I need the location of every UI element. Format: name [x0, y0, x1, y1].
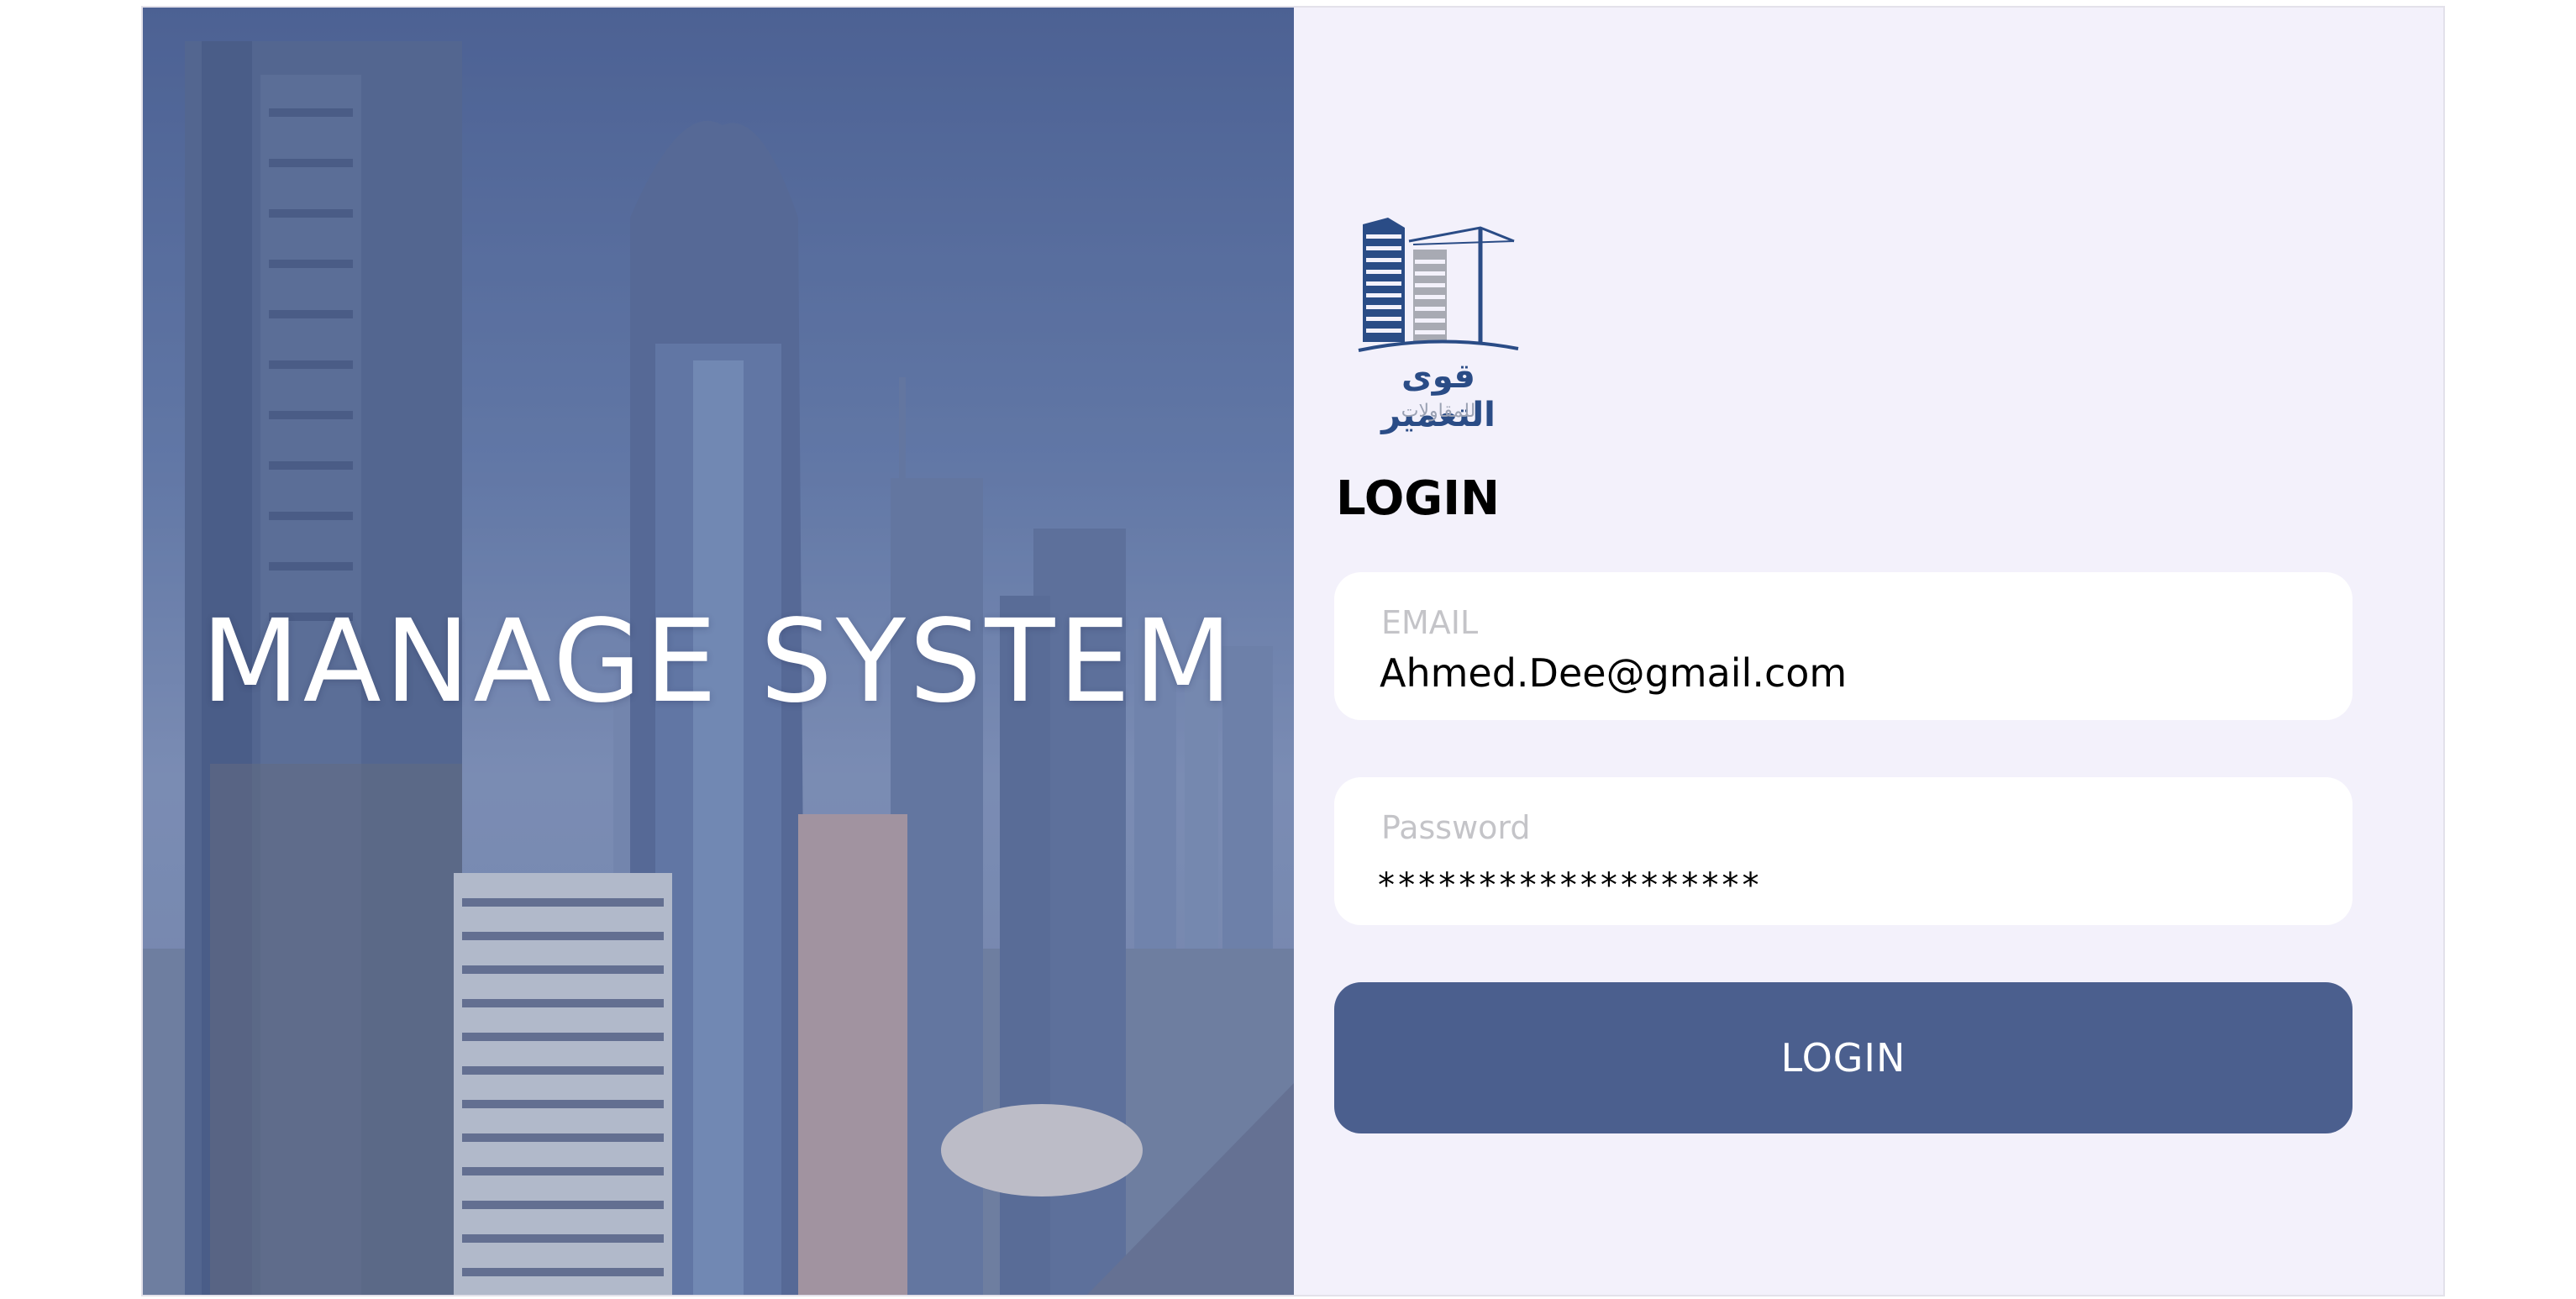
building-crane-icon: [1358, 218, 1519, 352]
login-page: MANAGE SYSTEM قوى التعمير للمقاولات LOGI…: [141, 6, 2445, 1296]
login-button[interactable]: LOGIN: [1334, 982, 2353, 1133]
login-heading: LOGIN: [1336, 471, 1500, 526]
logo-name: قوى التعمير: [1381, 357, 1496, 434]
password-field[interactable]: Password *******************: [1334, 777, 2353, 925]
password-label: Password: [1381, 809, 1531, 846]
login-panel: قوى التعمير للمقاولات LOGIN EMAIL Passwo…: [1294, 8, 2443, 1295]
password-input[interactable]: *******************: [1376, 866, 1761, 905]
hero-title: MANAGE SYSTEM: [201, 596, 1236, 728]
email-input[interactable]: [1380, 646, 2304, 700]
email-field[interactable]: EMAIL: [1334, 572, 2353, 720]
email-label: EMAIL: [1381, 604, 1479, 641]
company-logo: قوى التعمير للمقاولات: [1354, 216, 1522, 434]
hero-panel: MANAGE SYSTEM: [143, 8, 1294, 1295]
logo-subtitle: للمقاولات: [1401, 401, 1476, 422]
